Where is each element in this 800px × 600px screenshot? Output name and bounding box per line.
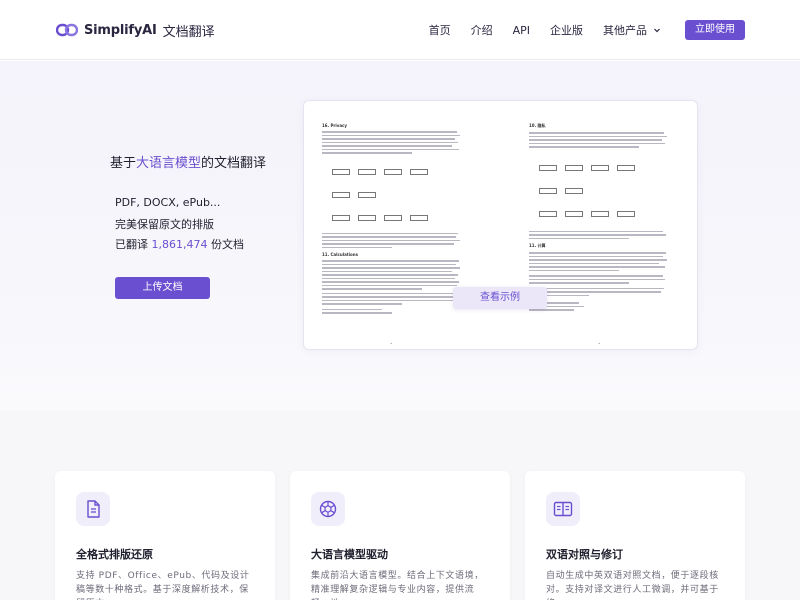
chevron-down-icon: [654, 28, 660, 33]
count-prefix: 已翻译: [115, 238, 148, 251]
document-icon: [76, 492, 110, 526]
count-value: 1,861,474: [151, 238, 208, 251]
feature-description: 集成前沿大语言模型。结合上下文语境，精准理解复杂逻辑与专业内容，提供流畅、地: [311, 571, 484, 600]
preview-heading: 11. Calculations: [322, 252, 359, 257]
preview-page-translated: 10. 隐私 11. 计算: [529, 123, 679, 313]
upload-document-button[interactable]: 上传文档: [115, 277, 210, 299]
feature-description: 支持 PDF、Office、ePub、代码及设计稿等数十种格式。基于深度解析技术…: [76, 571, 250, 600]
feature-title: 大语言模型驱动: [311, 548, 388, 561]
preview-diagram: [539, 202, 679, 221]
preview-diagram: [332, 160, 472, 179]
nav-enterprise[interactable]: 企业版: [550, 22, 583, 38]
feature-card-bilingual: 双语对照与修订 自动生成中英双语对照文档，便于逐段核对。支持对译文进行人工微调，…: [525, 471, 745, 600]
use-now-button[interactable]: 立即使用: [685, 20, 745, 40]
feature-card-llm: 大语言模型驱动 集成前沿大语言模型。结合上下文语境，精准理解复杂逻辑与专业内容，…: [290, 471, 510, 600]
formats-line: PDF, DOCX, ePub...: [115, 196, 221, 209]
preview-diagram: [539, 179, 679, 198]
nav-other-products[interactable]: 其他产品: [603, 22, 661, 38]
view-demo-button[interactable]: 查看示例: [453, 287, 547, 309]
count-suffix: 份文档: [210, 238, 244, 251]
nav-intro[interactable]: 介绍: [471, 22, 493, 38]
feature-description: 自动生成中英双语对照文档，便于逐段核对。支持对译文进行人工微调，并可基于修: [546, 571, 719, 600]
preview-heading: 11. 计算: [529, 243, 546, 248]
logo-icon: [56, 23, 78, 37]
feature-title: 全格式排版还原: [76, 548, 153, 561]
preview-diagram: [539, 156, 679, 175]
page-marker: •: [598, 341, 601, 346]
feature-title: 双语对照与修订: [546, 548, 623, 561]
brand-name: SimplifyAI: [84, 22, 157, 38]
nav-api[interactable]: API: [513, 24, 530, 37]
nav-home[interactable]: 首页: [429, 22, 451, 38]
brand-subtitle: 文档翻译: [162, 24, 215, 40]
hero-title-suffix: 的文档翻译: [201, 156, 267, 171]
preview-heading: 10. 隐私: [529, 123, 546, 128]
preview-heading: 16. Privacy: [322, 123, 348, 128]
brand-logo[interactable]: SimplifyAI 文档翻译: [56, 18, 215, 42]
main-nav: 首页 介绍 API 企业版 其他产品 立即使用: [429, 19, 745, 41]
document-preview[interactable]: 16. Privacy 11. Calculations 10. 隐私 11. …: [303, 100, 698, 350]
preview-diagram: [332, 183, 472, 202]
book-open-icon: [546, 492, 580, 526]
hero-title-highlight: 大语言模型: [136, 156, 202, 171]
top-navbar: SimplifyAI 文档翻译 首页 介绍 API 企业版 其他产品 立即使用: [0, 0, 800, 60]
count-line: 已翻译 1,861,474 份文档: [115, 236, 244, 252]
hero-title-prefix: 基于: [110, 156, 137, 171]
hero-title: 基于大语言模型的文档翻译: [110, 152, 266, 171]
preview-diagram: [332, 206, 472, 225]
preview-page-original: 16. Privacy 11. Calculations: [322, 123, 472, 316]
layout-line: 完美保留原文的排版: [115, 218, 214, 231]
feature-card-format: 全格式排版还原 支持 PDF、Office、ePub、代码及设计稿等数十种格式。…: [55, 471, 275, 600]
openai-logo-icon: [311, 492, 345, 526]
page-marker: •: [390, 341, 393, 346]
nav-other-products-label: 其他产品: [603, 24, 647, 37]
